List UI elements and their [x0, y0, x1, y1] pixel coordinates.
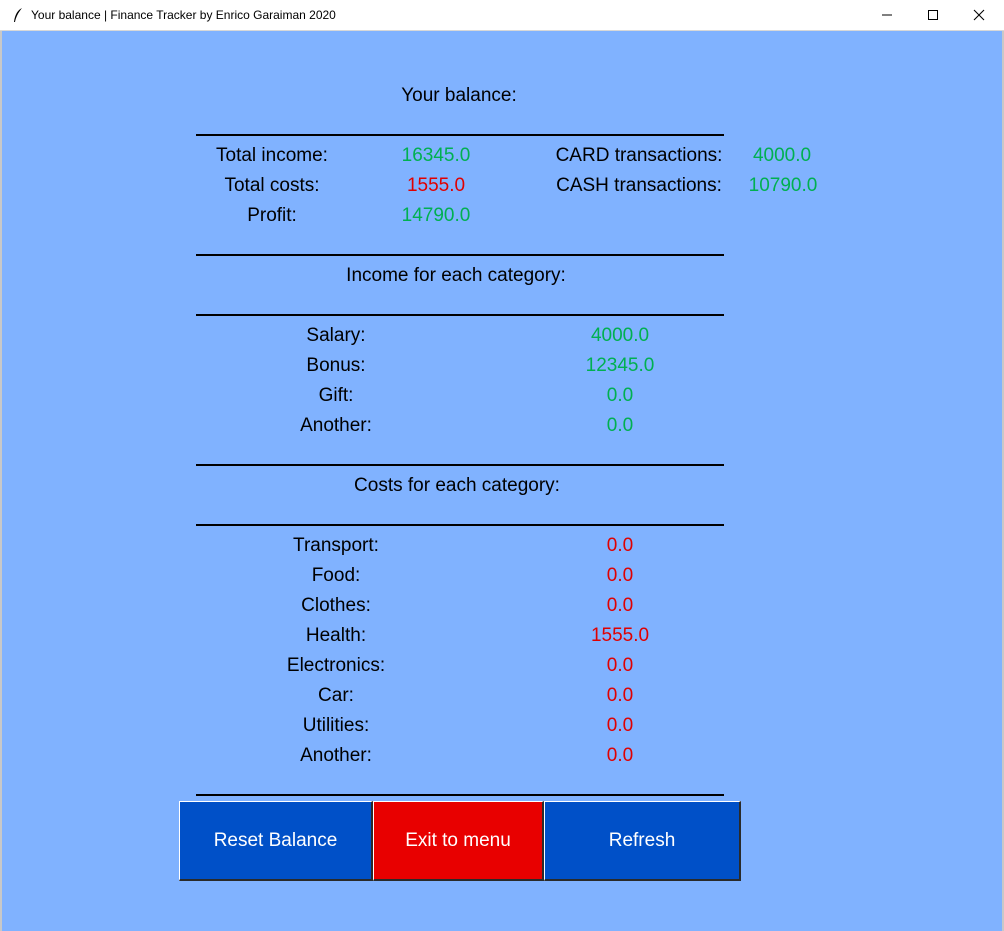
cost-category-value: 0.0 — [606, 595, 634, 616]
income-category-value: 12345.0 — [585, 355, 655, 376]
cost-category-label: Another: — [300, 745, 372, 766]
maximize-icon — [928, 10, 938, 20]
total-income-label: Total income: — [216, 145, 328, 166]
cost-category-label: Food: — [311, 565, 361, 586]
income-category-value: 0.0 — [606, 415, 634, 436]
window-border-left — [0, 31, 2, 931]
card-transactions-value: 4000.0 — [752, 145, 812, 166]
divider — [196, 794, 724, 796]
cost-category-value: 0.0 — [606, 685, 634, 706]
cost-category-value: 0.0 — [606, 655, 634, 676]
divider — [196, 314, 724, 316]
income-category-label: Gift: — [318, 385, 354, 406]
cost-category-value: 0.0 — [606, 535, 634, 556]
income-section-title: Income for each category: — [346, 265, 566, 286]
minimize-button[interactable] — [864, 0, 910, 30]
cost-category-value: 0.0 — [606, 565, 634, 586]
reset-balance-button[interactable]: Reset Balance — [179, 801, 373, 881]
minimize-icon — [882, 14, 892, 16]
income-category-label: Salary: — [306, 325, 366, 346]
cost-category-value: 1555.0 — [590, 625, 650, 646]
divider — [196, 134, 724, 136]
window-titlebar[interactable]: Your balance | Finance Tracker by Enrico… — [0, 0, 1004, 31]
close-icon — [973, 9, 985, 21]
close-button[interactable] — [956, 0, 1002, 30]
feather-icon — [14, 8, 22, 22]
divider — [196, 254, 724, 256]
income-category-value: 0.0 — [606, 385, 634, 406]
page-title: Your balance: — [401, 85, 517, 106]
cost-category-label: Health: — [305, 625, 367, 646]
total-income-value: 16345.0 — [401, 145, 471, 166]
cost-category-label: Electronics: — [286, 655, 386, 676]
income-category-label: Another: — [300, 415, 372, 436]
profit-label: Profit: — [247, 205, 297, 226]
cash-transactions-label: CASH transactions: — [556, 175, 722, 196]
income-category-value: 4000.0 — [590, 325, 650, 346]
cost-category-label: Car: — [318, 685, 354, 706]
maximize-button[interactable] — [910, 0, 956, 30]
divider — [196, 464, 724, 466]
cost-category-label: Clothes: — [301, 595, 371, 616]
divider — [196, 524, 724, 526]
cost-category-value: 0.0 — [606, 715, 634, 736]
income-category-label: Bonus: — [306, 355, 366, 376]
cost-category-value: 0.0 — [606, 745, 634, 766]
card-transactions-label: CARD transactions: — [555, 145, 723, 166]
window-title: Your balance | Finance Tracker by Enrico… — [31, 8, 336, 22]
costs-section-title: Costs for each category: — [354, 475, 560, 496]
cash-transactions-value: 10790.0 — [748, 175, 818, 196]
total-costs-label: Total costs: — [224, 175, 320, 196]
exit-to-menu-button[interactable]: Exit to menu — [373, 801, 544, 881]
refresh-button[interactable]: Refresh — [544, 801, 741, 881]
cost-category-label: Utilities: — [302, 715, 370, 736]
cost-category-label: Transport: — [293, 535, 379, 556]
total-costs-value: 1555.0 — [406, 175, 466, 196]
profit-value: 14790.0 — [401, 205, 471, 226]
